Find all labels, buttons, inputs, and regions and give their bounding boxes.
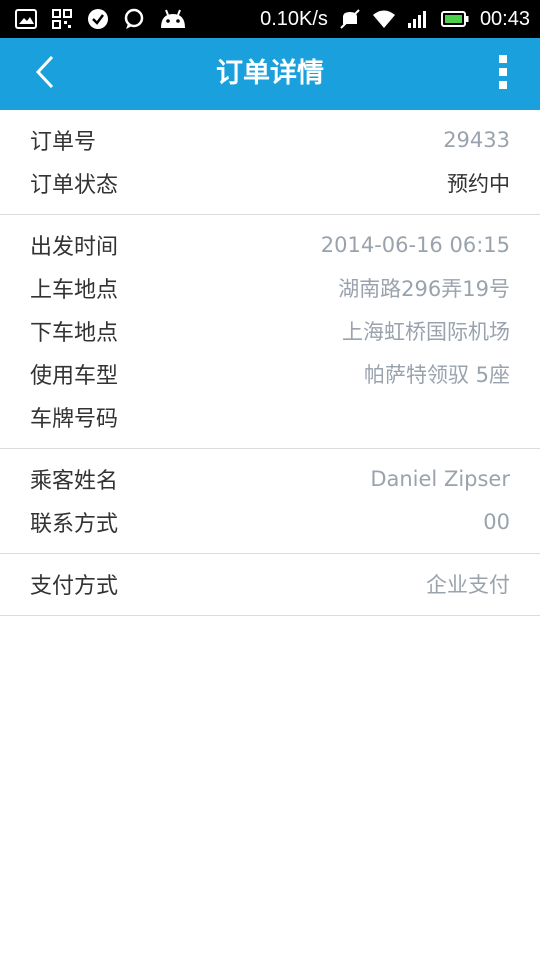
payment-method-value: 企业支付 xyxy=(426,572,510,597)
contact-row: 联系方式 00 xyxy=(0,500,540,543)
image-icon xyxy=(14,7,38,31)
depart-time-row: 出发时间 2014-06-16 06:15 xyxy=(0,223,540,266)
check-circle-icon xyxy=(86,7,110,31)
signal-icon xyxy=(406,7,430,31)
passenger-section: 乘客姓名 Daniel Zipser 联系方式 00 xyxy=(0,449,540,554)
pickup-row: 上车地点 湖南路296弄19号 xyxy=(0,266,540,309)
network-speed: 0.10K/s xyxy=(260,7,328,30)
car-type-label: 使用车型 xyxy=(30,363,119,389)
order-number-value: 29433 xyxy=(443,127,510,152)
order-status-label: 订单状态 xyxy=(30,172,119,198)
plate-label: 车牌号码 xyxy=(30,406,119,432)
depart-time-value: 2014-06-16 06:15 xyxy=(320,232,510,257)
trip-section: 出发时间 2014-06-16 06:15 上车地点 湖南路296弄19号 下车… xyxy=(0,215,540,449)
status-bar: 0.10K/s 00:43 xyxy=(0,0,540,38)
car-type-row: 使用车型 帕萨特领驭 5座 xyxy=(0,352,540,395)
payment-method-label: 支付方式 xyxy=(30,573,119,599)
depart-time-label: 出发时间 xyxy=(30,234,119,260)
pickup-label: 上车地点 xyxy=(30,277,119,303)
order-status-value: 预约中 xyxy=(447,171,510,196)
payment-method-row: 支付方式 企业支付 xyxy=(0,562,540,605)
passenger-name-value: Daniel Zipser xyxy=(370,466,510,491)
order-section: 订单号 29433 订单状态 预约中 xyxy=(0,110,540,215)
clock: 00:43 xyxy=(479,7,530,30)
app-bar: 订单详情 xyxy=(0,38,540,110)
car-type-value: 帕萨特领驭 5座 xyxy=(363,362,510,387)
order-number-row: 订单号 29433 xyxy=(0,118,540,161)
qr-code-icon xyxy=(50,7,74,31)
dropoff-value: 上海虹桥国际机场 xyxy=(342,319,510,344)
contact-value: 00 xyxy=(483,509,510,534)
battery-icon xyxy=(440,7,470,31)
payment-section: 支付方式 企业支付 xyxy=(0,554,540,616)
order-status-row: 订单状态 预约中 xyxy=(0,161,540,204)
pickup-value: 湖南路296弄19号 xyxy=(338,276,510,301)
page-title: 订单详情 xyxy=(216,58,324,89)
plate-row: 车牌号码 xyxy=(0,395,540,438)
wifi-icon xyxy=(372,7,396,31)
more-vertical-icon xyxy=(498,55,508,93)
contact-label: 联系方式 xyxy=(30,511,119,537)
dropoff-label: 下车地点 xyxy=(30,320,119,346)
chat-bubble-icon xyxy=(122,7,146,31)
mute-icon xyxy=(338,7,362,31)
passenger-name-label: 乘客姓名 xyxy=(30,468,119,494)
dropoff-row: 下车地点 上海虹桥国际机场 xyxy=(0,309,540,352)
android-icon xyxy=(158,7,188,31)
order-detail-content: 订单号 29433 订单状态 预约中 出发时间 2014-06-16 06:15… xyxy=(0,110,540,616)
passenger-name-row: 乘客姓名 Daniel Zipser xyxy=(0,457,540,500)
more-menu-button[interactable] xyxy=(488,54,518,94)
order-number-label: 订单号 xyxy=(30,129,97,155)
